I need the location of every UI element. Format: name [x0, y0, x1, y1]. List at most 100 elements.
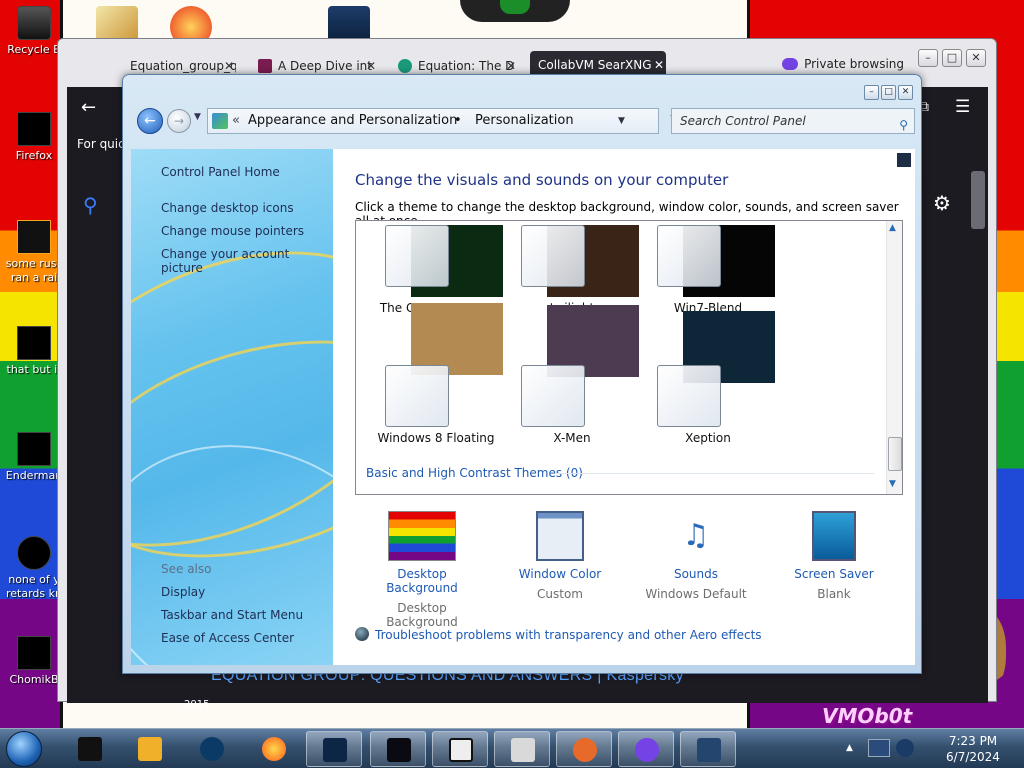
main-content: Change the visuals and sounds on your co… — [333, 149, 915, 665]
window-color-option[interactable]: Window Color Custom — [505, 511, 615, 601]
desktop-background-option[interactable]: Desktop Background Desktop Background — [367, 511, 477, 629]
back-arrow-icon[interactable]: ← — [81, 97, 96, 118]
window-color-label[interactable]: Window Color — [505, 567, 615, 581]
start-button[interactable] — [6, 731, 42, 767]
screen-saver-label[interactable]: Screen Saver — [779, 567, 889, 581]
document-icon — [511, 738, 535, 762]
tab-label: CollabVM SearXNG — [538, 58, 652, 72]
browser-maximize-button[interactable]: □ — [942, 49, 962, 67]
theme-scrollbar[interactable]: ▲ ▼ — [886, 221, 902, 494]
desktop-icon-label: Recycle B — [7, 43, 61, 56]
media-icon — [17, 536, 51, 570]
see-also-taskbar[interactable]: Taskbar and Start Menu — [161, 608, 303, 622]
taskbar-app-9[interactable] — [556, 731, 612, 767]
network-icon[interactable] — [868, 739, 890, 757]
taskbar-app-8[interactable] — [494, 731, 550, 767]
sidebar-change-account-picture[interactable]: Change your account picture — [161, 247, 333, 275]
taskbar-control-panel[interactable] — [680, 731, 736, 767]
minimize-button[interactable]: – — [864, 85, 879, 100]
watermark: VMOb0t — [822, 704, 913, 728]
search-input[interactable]: Search Control Panel ⚲ — [671, 108, 915, 134]
address-bar[interactable]: « Appearance and Personalization • Perso… — [207, 108, 659, 134]
breadcrumb-personalization[interactable]: Personalization — [475, 109, 574, 133]
page-title: Change the visuals and sounds on your co… — [355, 171, 729, 189]
see-also-heading: See also — [161, 562, 212, 576]
theme-tile[interactable]: X-Men — [507, 305, 639, 463]
taskbar-app-2[interactable] — [122, 731, 178, 767]
sounds-label[interactable]: Sounds — [641, 567, 751, 581]
page-year: 2015 — [184, 699, 210, 710]
taskbar-app-1[interactable] — [62, 731, 118, 767]
browser-minimize-button[interactable]: – — [918, 49, 938, 67]
history-dropdown-icon[interactable]: ▼ — [194, 112, 201, 122]
private-browsing-icon — [635, 738, 659, 762]
theme-window-frame — [521, 365, 585, 427]
forward-button[interactable]: → — [167, 109, 191, 133]
scroll-up-icon[interactable]: ▲ — [889, 223, 896, 233]
desktop-background-label[interactable]: Desktop Background — [367, 567, 477, 595]
page-scrollbar[interactable] — [971, 171, 985, 229]
theme-label-line1: X-Men — [553, 431, 591, 445]
troubleshoot-link[interactable]: Troubleshoot problems with transparency … — [355, 627, 762, 642]
tray-app-icon[interactable] — [896, 739, 914, 757]
screen-saver-icon — [812, 511, 856, 561]
tab-favicon-icon — [258, 59, 272, 73]
address-dropdown-icon[interactable]: ▼ — [618, 109, 625, 133]
menu-icon[interactable]: ☰ — [955, 97, 970, 117]
theme-label: X-Men — [507, 431, 637, 446]
tab-label: A Deep Dive int — [278, 59, 372, 73]
search-icon[interactable]: ⚲ — [899, 113, 908, 137]
media-player-icon — [138, 737, 162, 761]
see-also-ease-of-access[interactable]: Ease of Access Center — [161, 631, 294, 645]
taskbar-firefox[interactable] — [246, 731, 302, 767]
screen-saver-option[interactable]: Screen Saver Blank — [779, 511, 889, 601]
sounds-option[interactable]: ♫ Sounds Windows Default — [641, 511, 751, 601]
basic-themes-heading[interactable]: Basic and High Contrast Themes (0) — [366, 466, 583, 480]
close-button[interactable]: ✕ — [898, 85, 913, 100]
recycle-bin-icon — [17, 6, 51, 40]
firefox-icon — [17, 112, 51, 146]
taskbar-app-5[interactable] — [306, 731, 362, 767]
window-controls: – □ ✕ — [862, 83, 913, 100]
terminal-icon — [387, 738, 411, 762]
sidebar-change-desktop-icons[interactable]: Change desktop icons — [161, 201, 294, 215]
back-button[interactable]: ← — [137, 108, 163, 134]
sidebar-control-panel-home[interactable]: Control Panel Home — [161, 165, 280, 179]
desktop-icon-label: Firefox — [15, 149, 53, 162]
sounds-value: Windows Default — [645, 587, 747, 601]
settings-gear-icon[interactable]: ⚙ — [933, 191, 951, 215]
scroll-thumb[interactable] — [888, 437, 902, 471]
sounds-music-icon: ♫ — [682, 518, 710, 553]
taskbar-7zip[interactable] — [432, 731, 488, 767]
shortcut-icon — [17, 326, 51, 360]
theme-window-frame — [657, 365, 721, 427]
theme-tile[interactable]: Xeption — [643, 311, 775, 463]
browser-close-button[interactable]: ✕ — [966, 49, 986, 67]
tray-expand-icon[interactable]: ▲ — [846, 743, 853, 753]
theme-tile[interactable]: Windows 8 Floating — [371, 303, 503, 463]
corner-icon — [897, 153, 911, 167]
maximize-button[interactable]: □ — [881, 85, 896, 100]
clock-date: 6/7/2024 — [946, 750, 1000, 764]
breadcrumb-appearance[interactable]: Appearance and Personalization — [248, 109, 457, 133]
taskbar-private-firefox[interactable] — [618, 731, 674, 767]
taskbar-app-3[interactable] — [184, 731, 240, 767]
chomik-icon — [17, 636, 51, 670]
taskbar-app-6[interactable] — [370, 731, 426, 767]
scroll-down-icon[interactable]: ▼ — [889, 479, 896, 489]
breadcrumb-overflow-icon[interactable]: « — [232, 109, 240, 133]
theme-label: Windows 8 Floating — [371, 431, 501, 446]
monitor-icon — [323, 738, 347, 762]
system-clock[interactable]: 7:23 PM 6/7/2024 — [930, 733, 1016, 765]
sidebar-change-mouse-pointers[interactable]: Change mouse pointers — [161, 224, 304, 238]
private-browsing-indicator: Private browsing — [782, 55, 904, 73]
desktop-icon-label: Enderman — [5, 469, 63, 482]
desktop-icon-label: that but it — [6, 363, 62, 376]
desktop: Recycle B Firefox some russ ran a rai th… — [0, 0, 1024, 768]
see-also-display[interactable]: Display — [161, 585, 205, 599]
search-icon[interactable]: ⚲ — [83, 193, 98, 217]
breadcrumb-separator: • — [454, 113, 462, 128]
theme-list: The Green LanternFussiontwilightWin7-Ble… — [355, 220, 903, 495]
search-placeholder: Search Control Panel — [680, 114, 806, 128]
tab-label: Equation: The D — [418, 59, 515, 73]
